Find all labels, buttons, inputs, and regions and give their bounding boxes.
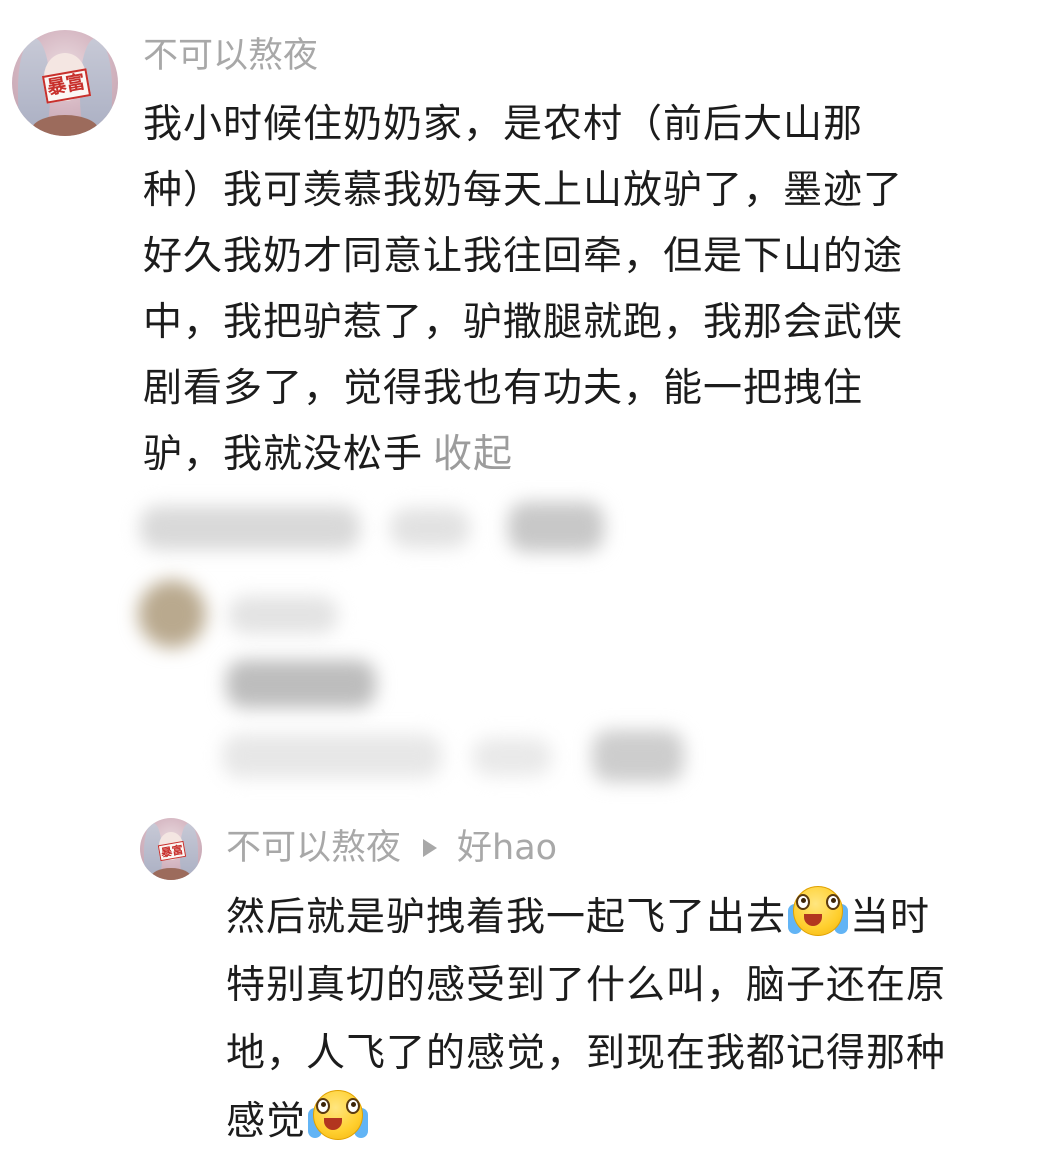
- comment-body: 我小时候住奶奶家，是农村（前后大山那 种）我可羡慕我奶每天上山放驴了，墨迹了 好…: [143, 92, 1013, 488]
- comment-line-last: 驴，我就没松手 收起: [143, 432, 514, 477]
- reply-body: 然后就是驴拽着我一起飞了出去 当时 特别真切的感受到了什么叫，脑子还在原 地，人飞…: [226, 884, 1026, 1156]
- blurred-meta-item: [390, 508, 470, 548]
- comment-line: 剧看多了，觉得我也有功夫，能一把拽住: [143, 366, 864, 411]
- blurred-meta-item: [472, 738, 552, 776]
- reply-line: 特别真切的感受到了什么叫，脑子还在原: [226, 963, 947, 1008]
- crying-laughing-emoji-icon: [308, 1088, 369, 1142]
- reply-line: 然后就是驴拽着我一起飞了出去 当时: [226, 884, 1026, 952]
- reply-header: 不可以熬夜 好hao: [226, 826, 557, 870]
- comment-thread: 暴富 不可以熬夜 我小时候住奶奶家，是农村（前后大山那 种）我可羡慕我奶每天上山…: [0, 0, 1040, 1160]
- blurred-reply-text: [226, 660, 376, 708]
- comment-line: 我小时候住奶奶家，是农村（前后大山那: [143, 102, 864, 147]
- reply-to-username[interactable]: 好hao: [457, 826, 557, 870]
- comment-username[interactable]: 不可以熬夜: [143, 34, 318, 78]
- reply-arrow-icon: [423, 839, 438, 857]
- avatar[interactable]: 暴富: [12, 30, 118, 136]
- blurred-meta-item: [508, 502, 604, 552]
- blurred-meta-row: [222, 734, 442, 778]
- blurred-avatar: [138, 580, 206, 648]
- comment-line: 中，我把驴惹了，驴撒腿就跑，我那会武侠: [143, 300, 904, 345]
- reply-avatar[interactable]: 暴富: [140, 818, 202, 880]
- blurred-username: [228, 596, 338, 634]
- reply-username[interactable]: 不可以熬夜: [226, 826, 401, 870]
- collapse-button[interactable]: 收起: [433, 432, 513, 477]
- comment-line: 种）我可羡慕我奶每天上山放驴了，墨迹了: [143, 168, 904, 213]
- blurred-meta-item: [592, 730, 684, 782]
- comment-line: 好久我奶才同意让我往回牵，但是下山的途: [143, 234, 904, 279]
- crying-laughing-emoji-icon: [788, 884, 849, 938]
- reply-line: 地，人飞了的感觉，到现在我都记得那种: [226, 1031, 947, 1076]
- reply-line: 感觉: [226, 1088, 1026, 1156]
- blurred-meta-row: [140, 506, 360, 550]
